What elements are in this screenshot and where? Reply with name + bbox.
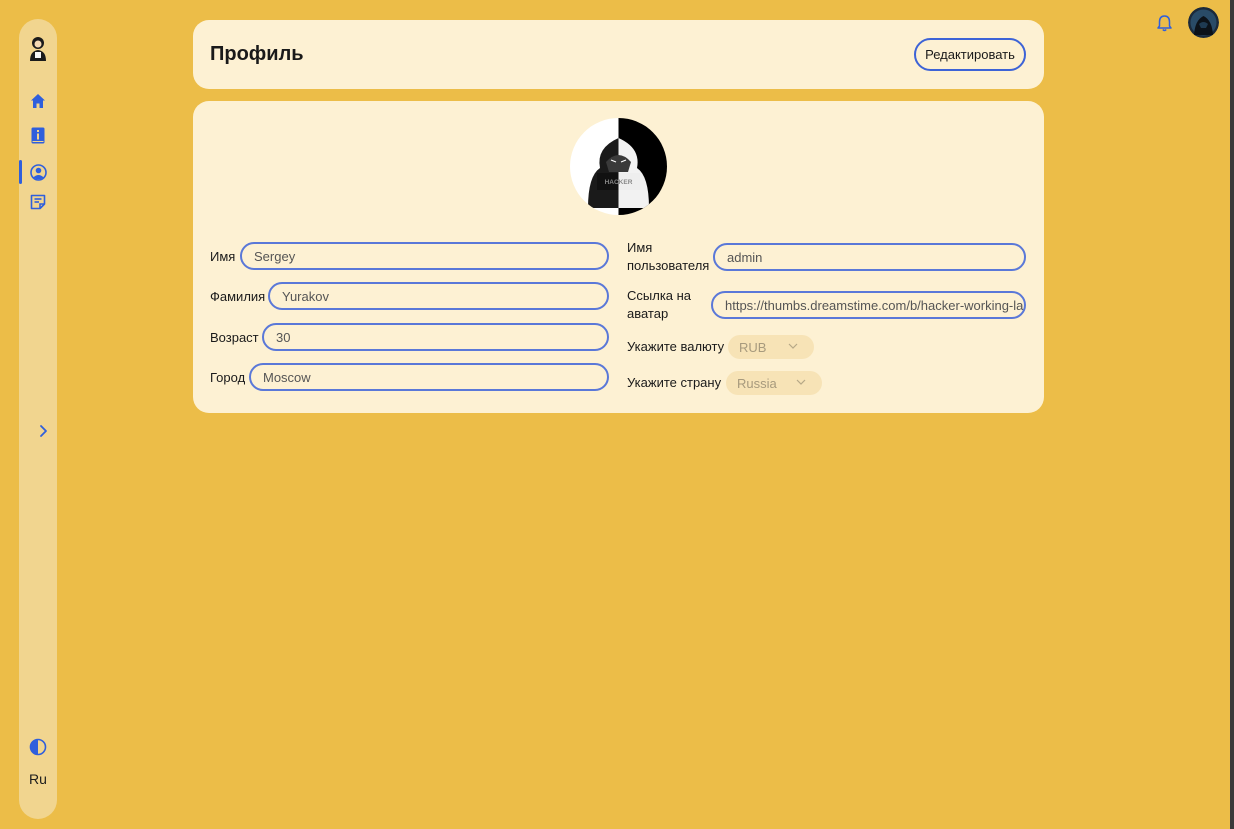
first-name-label: Имя (210, 249, 236, 264)
language-switcher-button[interactable]: Ru (19, 771, 57, 787)
collapse-sidebar-button[interactable] (37, 423, 51, 439)
sidebar-item-articles[interactable] (28, 192, 48, 212)
last-name-input[interactable]: Yurakov (268, 282, 609, 310)
notification-bell-icon[interactable] (1156, 14, 1173, 32)
username-label-line2: пользователя (627, 258, 710, 273)
avatar-url-input[interactable]: https://thumbs.dreamstime.com/b/hacker-w… (711, 291, 1026, 319)
avatar-url-label-line2: аватар (627, 306, 669, 321)
app-logo-icon[interactable] (26, 35, 50, 61)
window-edge (1230, 0, 1234, 829)
age-label: Возраст (210, 330, 259, 345)
chevron-down-icon (796, 379, 806, 385)
chevron-right-icon (40, 425, 47, 437)
chevron-down-icon (788, 343, 798, 349)
sidebar-item-home[interactable] (28, 91, 48, 111)
country-value: Russia (737, 375, 777, 391)
sidebar-item-profile[interactable] (28, 162, 48, 182)
theme-switcher-button[interactable] (29, 738, 47, 756)
city-label: Город (210, 370, 246, 385)
user-avatar[interactable] (1188, 7, 1219, 38)
currency-label: Укажите валюту (627, 339, 725, 354)
sidebar-item-about[interactable] (28, 125, 48, 145)
profile-avatar-image: HACKER (570, 118, 667, 215)
username-label-line1: Имя (627, 240, 653, 255)
book-info-icon (31, 127, 45, 143)
page-title: Профиль (210, 43, 304, 65)
avatar-url-label-line1: Ссылка на (627, 288, 692, 303)
profile-header-card: Профиль Редактировать (193, 20, 1044, 89)
avatar-lettering: HACKER (605, 179, 633, 186)
sidebar: Ru (19, 19, 57, 819)
country-label: Укажите страну (627, 375, 722, 390)
home-icon (31, 94, 45, 108)
notes-icon (30, 194, 46, 210)
username-input[interactable]: admin (713, 243, 1026, 271)
currency-select[interactable]: RUB (728, 335, 814, 359)
sidebar-active-indicator (19, 160, 22, 184)
country-select[interactable]: Russia (726, 371, 822, 395)
edit-profile-button[interactable]: Редактировать (914, 38, 1026, 71)
age-input[interactable]: 30 (262, 323, 609, 351)
first-name-input[interactable]: Sergey (240, 242, 609, 270)
currency-value: RUB (739, 339, 767, 355)
user-circle-icon (29, 163, 47, 181)
last-name-label: Фамилия (210, 289, 266, 304)
theme-half-circle-icon (29, 738, 47, 756)
city-input[interactable]: Moscow (249, 363, 609, 391)
profile-form-card: HACKER Имя Sergey Фамилия Yurakov Возрас… (193, 101, 1044, 413)
